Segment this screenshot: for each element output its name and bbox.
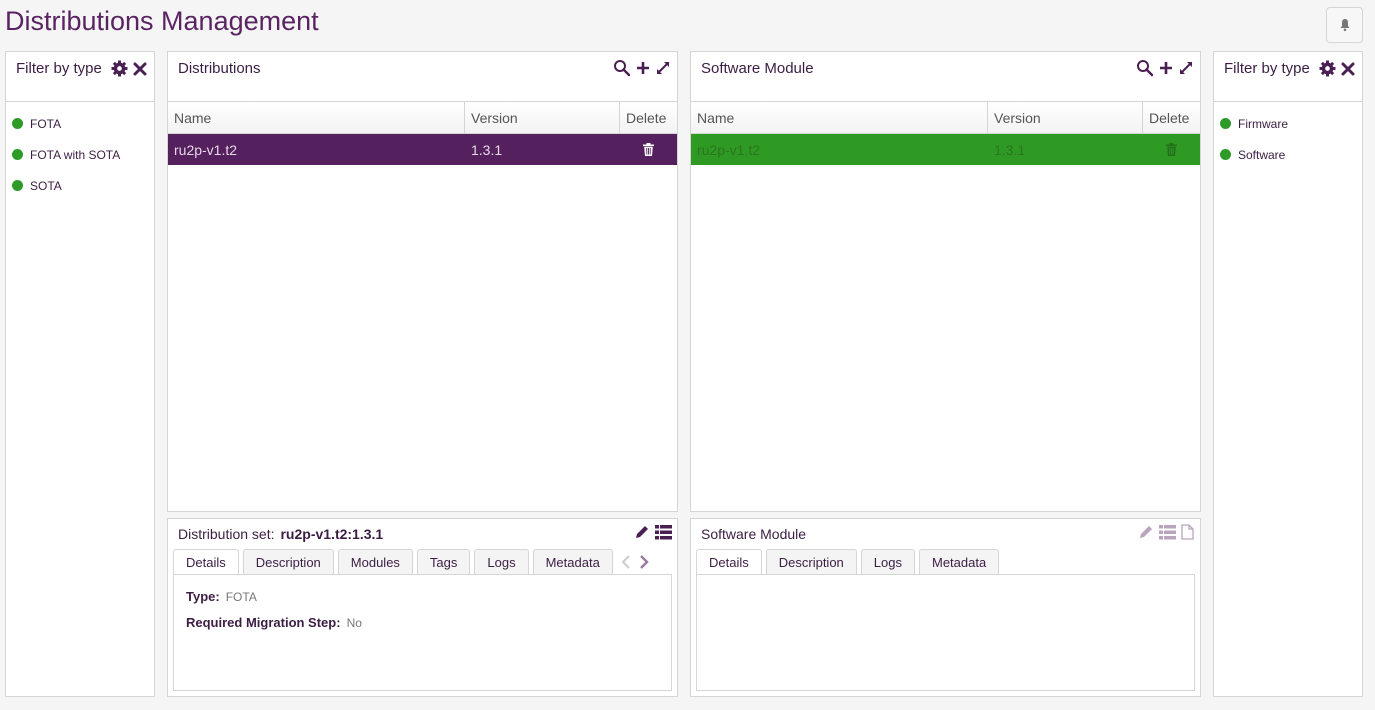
tab-metadata[interactable]: Metadata — [918, 549, 1000, 574]
left-filter-header: Filter by type — [6, 52, 154, 102]
distribution-details-panel: Distribution set: ru2p-v1.t2:1.3.1 Detail… — [167, 518, 678, 697]
add-icon[interactable] — [1158, 60, 1174, 76]
column-name[interactable]: Name — [168, 102, 465, 133]
search-icon[interactable] — [1136, 59, 1154, 77]
distribution-details-body: Type: FOTA Required Migration Step: No — [173, 574, 672, 691]
delete-cell — [620, 143, 677, 156]
add-icon[interactable] — [635, 60, 651, 76]
field-value: No — [346, 616, 362, 630]
table-row[interactable]: ru2p-v1.t2 1.3.1 — [691, 134, 1200, 165]
field-value: FOTA — [225, 590, 257, 604]
row-version: 1.3.1 — [994, 141, 1026, 158]
distributions-header: Distributions — [168, 52, 677, 102]
search-icon[interactable] — [613, 59, 631, 77]
status-dot — [12, 118, 23, 129]
tab-description[interactable]: Description — [242, 549, 334, 574]
column-name[interactable]: Name — [691, 102, 988, 133]
status-dot — [1220, 118, 1231, 129]
bell-icon — [1340, 19, 1349, 32]
column-version[interactable]: Version — [988, 102, 1143, 133]
edit-icon[interactable] — [1138, 524, 1154, 540]
filter-item-label: FOTA with SOTA — [30, 147, 121, 162]
filter-item-fota-with-sota[interactable]: FOTA with SOTA — [6, 139, 154, 170]
tab-tags[interactable]: Tags — [416, 549, 471, 574]
row-name: ru2p-v1.t2 — [174, 141, 238, 158]
software-module-header: Software Module — [691, 52, 1200, 102]
distribution-details-title: Distribution set: ru2p-v1.t2:1.3.1 — [178, 526, 383, 542]
edit-icon[interactable] — [634, 524, 650, 540]
distributions-title: Distributions — [178, 60, 261, 77]
close-icon[interactable] — [132, 61, 148, 77]
left-filter-list: FOTA FOTA with SOTA SOTA — [6, 102, 154, 201]
software-module-panel: Software Module Name Version Delete ru2p… — [690, 51, 1201, 512]
right-filter-title: Filter by type — [1224, 60, 1310, 77]
column-delete[interactable]: Delete — [620, 102, 677, 133]
software-module-title: Software Module — [701, 60, 814, 77]
chevron-right-icon[interactable] — [639, 555, 649, 569]
list-icon[interactable] — [655, 524, 672, 540]
status-dot — [1220, 149, 1231, 160]
maximize-icon[interactable] — [655, 60, 671, 76]
status-dot — [12, 180, 23, 191]
tab-logs[interactable]: Logs — [860, 549, 915, 574]
software-module-details-body — [696, 574, 1195, 691]
trash-icon[interactable] — [1166, 143, 1177, 156]
distribution-details-tabs: Details Description Modules Tags Logs Me… — [173, 549, 649, 575]
field-key: Type: — [186, 589, 220, 604]
tab-metadata[interactable]: Metadata — [532, 549, 613, 574]
filter-item-fota[interactable]: FOTA — [6, 108, 154, 139]
trash-icon[interactable] — [643, 143, 654, 156]
tab-description[interactable]: Description — [765, 549, 857, 574]
distribution-set-value: ru2p-v1.t2:1.3.1 — [280, 526, 384, 542]
column-version[interactable]: Version — [465, 102, 620, 133]
type-field: Type: FOTA — [186, 589, 671, 604]
maximize-icon[interactable] — [1178, 60, 1194, 76]
filter-item-label: Firmware — [1238, 116, 1288, 131]
filter-item-label: SOTA — [30, 178, 62, 193]
table-row[interactable]: ru2p-v1.t2 1.3.1 — [168, 134, 677, 165]
row-name: ru2p-v1.t2 — [697, 141, 761, 158]
chevron-left-icon[interactable] — [621, 555, 631, 569]
delete-cell — [1143, 143, 1200, 156]
right-filter-panel: Filter by type Firmware Software — [1213, 51, 1363, 697]
distributions-panel: Distributions Name Version Delete ru2p-v… — [167, 51, 678, 512]
software-module-table-header: Name Version Delete — [691, 102, 1200, 134]
tab-details[interactable]: Details — [696, 549, 762, 575]
filter-item-sota[interactable]: SOTA — [6, 170, 154, 201]
software-module-details-title: Software Module — [701, 526, 807, 542]
row-version: 1.3.1 — [471, 141, 503, 158]
gear-icon[interactable] — [1319, 60, 1336, 77]
filter-item-firmware[interactable]: Firmware — [1214, 108, 1362, 139]
distributions-table-header: Name Version Delete — [168, 102, 677, 134]
migration-step-field: Required Migration Step: No — [186, 615, 671, 630]
software-module-details-tabs: Details Description Logs Metadata — [696, 549, 1000, 575]
field-key: Required Migration Step: — [186, 615, 341, 630]
list-icon[interactable] — [1159, 524, 1176, 540]
file-icon[interactable] — [1181, 524, 1194, 540]
filter-item-label: FOTA — [30, 116, 62, 131]
left-filter-title: Filter by type — [16, 60, 102, 77]
gear-icon[interactable] — [111, 60, 128, 77]
tab-scroll — [621, 549, 649, 575]
tab-logs[interactable]: Logs — [474, 549, 529, 574]
tab-details[interactable]: Details — [173, 549, 239, 575]
right-filter-list: Firmware Software — [1214, 102, 1362, 170]
column-delete[interactable]: Delete — [1143, 102, 1200, 133]
tab-modules[interactable]: Modules — [337, 549, 413, 574]
filter-item-label: Software — [1238, 147, 1286, 162]
page-title: Distributions Management — [5, 6, 319, 36]
software-module-details-panel: Software Module Details Description Logs… — [690, 518, 1201, 697]
filter-item-software[interactable]: Software — [1214, 139, 1362, 170]
notification-button[interactable] — [1326, 7, 1363, 43]
left-filter-panel: Filter by type FOTA FOTA with SOTA SOTA — [5, 51, 155, 697]
distribution-set-label: Distribution set: — [178, 526, 275, 542]
right-filter-header: Filter by type — [1214, 52, 1362, 102]
close-icon[interactable] — [1340, 61, 1356, 77]
status-dot — [12, 149, 23, 160]
